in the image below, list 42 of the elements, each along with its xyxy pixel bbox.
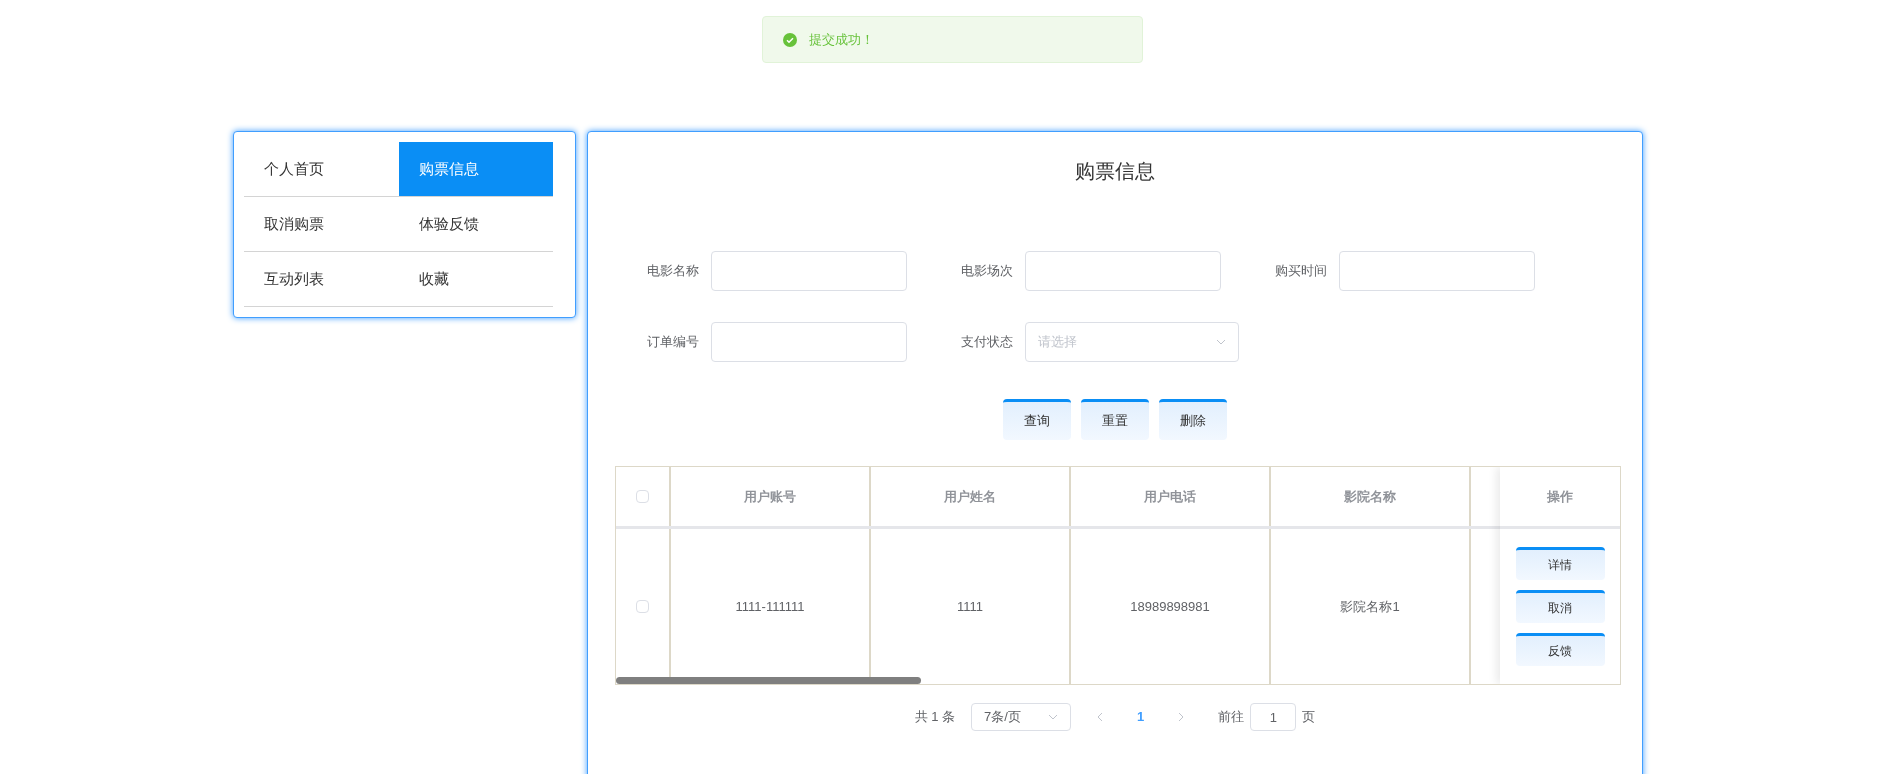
total-count: 共 1 条 [914, 708, 956, 727]
table-cell-text: 影院名称1 [1340, 597, 1400, 616]
menu-item[interactable]: 体验反馈 [398, 197, 553, 252]
menu-item[interactable]: 取消购票 [244, 197, 399, 252]
input-field[interactable] [711, 251, 907, 291]
menu-item[interactable]: 收藏 [398, 252, 553, 307]
page-size-select[interactable]: 7条/页 [971, 703, 1072, 731]
row-action-button[interactable]: 详情 [1515, 547, 1605, 580]
column-header: 影院名称 [1344, 487, 1396, 506]
check-circle-icon [783, 32, 797, 47]
chevron-down-icon [1216, 337, 1226, 347]
row-action-button[interactable]: 取消 [1515, 590, 1605, 623]
menu-item[interactable]: 个人首页 [244, 142, 399, 197]
column-header: 用户姓名 [944, 487, 996, 506]
input-field[interactable] [711, 322, 907, 362]
field-label: 购买时间 [1274, 262, 1328, 281]
field-label: 支付状态 [960, 333, 1014, 352]
action-button[interactable]: 删除 [1159, 399, 1227, 440]
column-header: 操作 [1547, 487, 1573, 506]
goto-label: 前往 [1218, 708, 1245, 727]
checkbox[interactable] [636, 490, 649, 503]
menu-item[interactable]: 互动列表 [244, 252, 399, 307]
chevron-down-icon [1048, 712, 1059, 722]
field-label: 电影场次 [960, 262, 1014, 281]
panel-title: 购票信息 [1075, 159, 1155, 184]
input-field[interactable] [1025, 251, 1221, 291]
toast-message: 提交成功！ [809, 30, 874, 49]
field-label: 电影名称 [646, 262, 700, 281]
column-header: 用户账号 [744, 487, 796, 506]
action-button[interactable]: 重置 [1081, 399, 1149, 440]
table-cell-text: 18989898981 [1130, 597, 1210, 616]
row-action-button[interactable]: 反馈 [1515, 633, 1605, 666]
column-header: 用户电话 [1144, 487, 1196, 506]
scrollbar[interactable] [616, 677, 921, 684]
table-cell-text: 1111 [957, 597, 983, 616]
checkbox[interactable] [636, 600, 649, 613]
goto-suffix: 页 [1302, 708, 1316, 727]
page-input[interactable]: 1 [1250, 703, 1297, 731]
field-label: 订单编号 [646, 333, 700, 352]
action-button[interactable]: 查询 [1003, 399, 1071, 440]
table-cell-text: 1111-111111 [735, 597, 805, 616]
input-field[interactable] [1339, 251, 1535, 291]
